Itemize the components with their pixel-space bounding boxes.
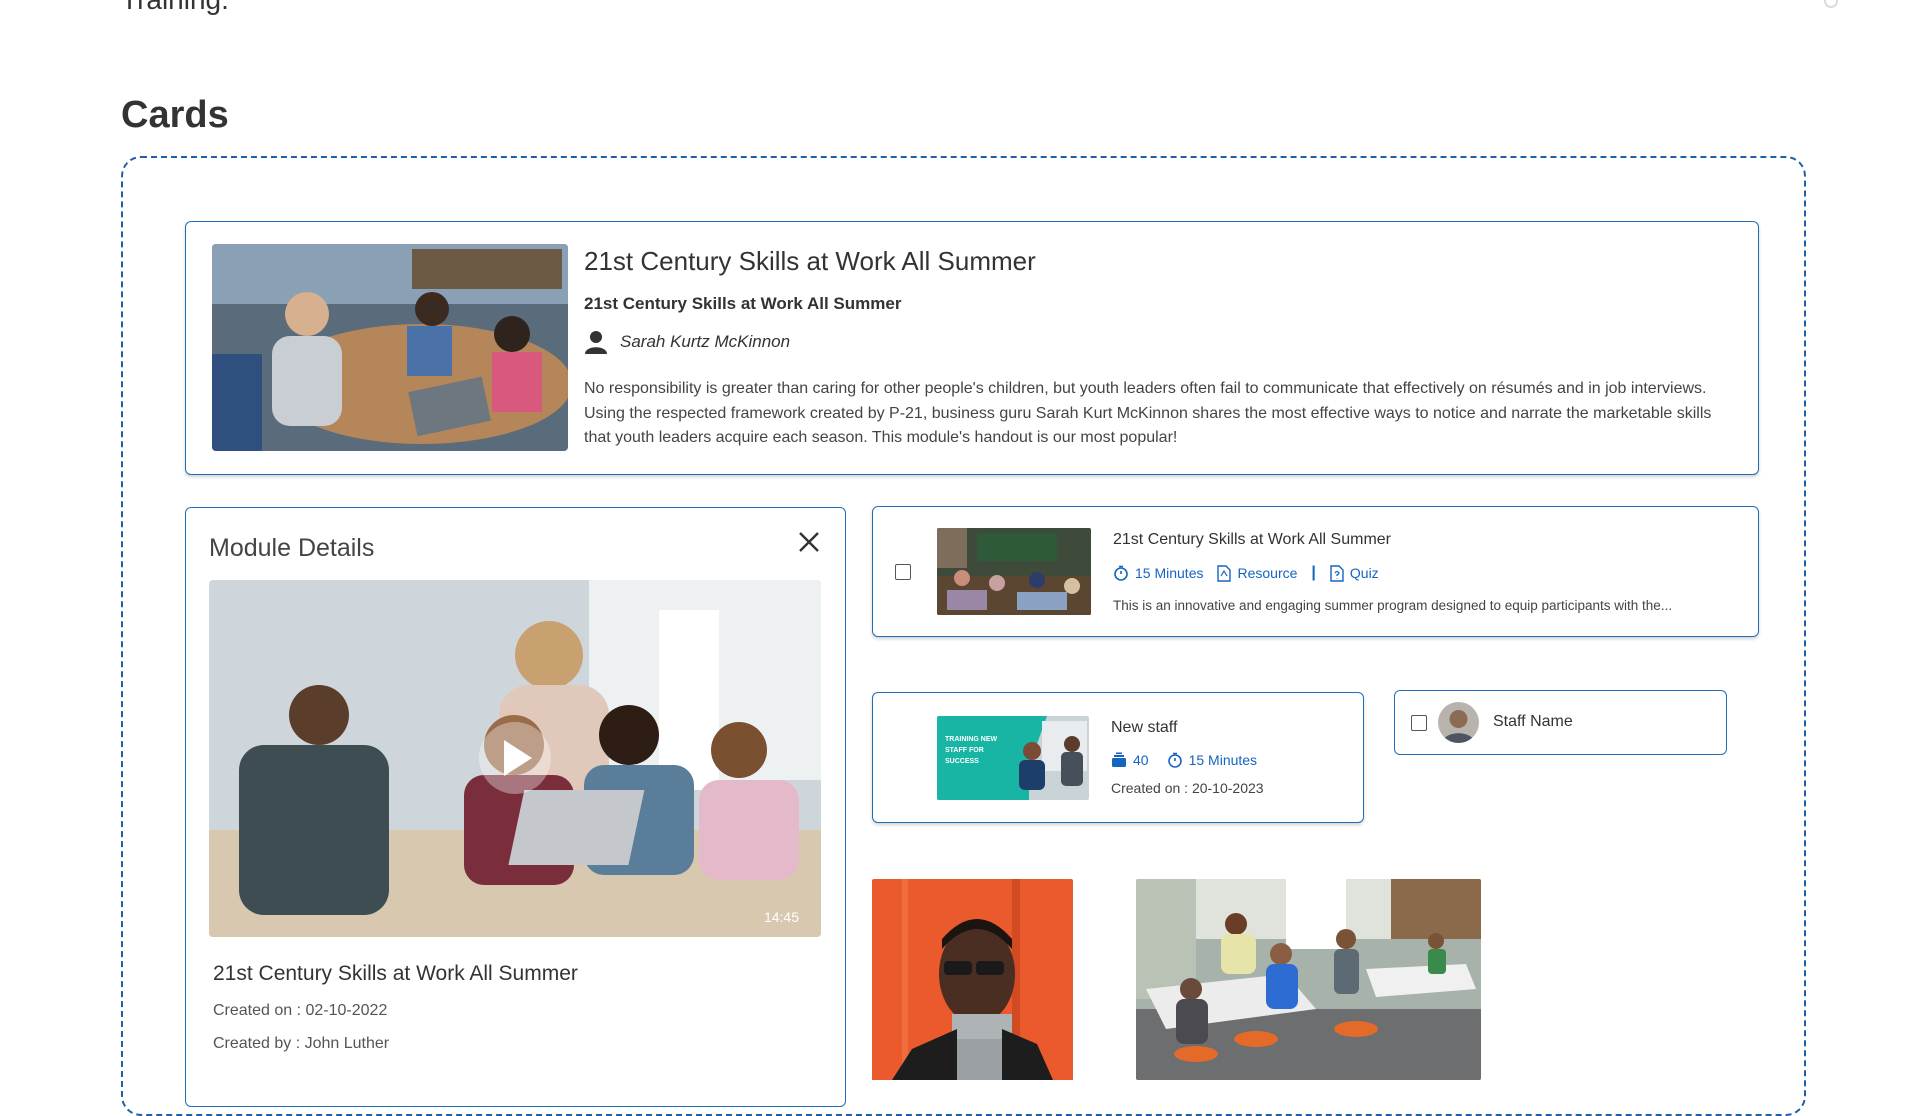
staff-name-label: Staff Name — [1493, 713, 1573, 730]
duration-meta: 15 Minutes — [1113, 565, 1203, 581]
list-course-description: This is an innovative and engaging summe… — [1113, 598, 1673, 613]
duration-text: 15 Minutes — [1135, 565, 1204, 581]
resource-text: Resource — [1237, 565, 1298, 581]
count-meta: 40 — [1111, 752, 1149, 768]
page-heading-fragment: Training. — [121, 0, 229, 16]
staff-duration-meta: 15 Minutes — [1167, 752, 1257, 768]
avatar — [1438, 702, 1479, 743]
course-meta-row: 15 Minutes Resource | Quiz — [1113, 564, 1379, 582]
module-details-panel: Module Details 14:45 21st Century Skills… — [185, 507, 846, 1107]
featured-course-card[interactable]: 21st Century Skills at Work All Summer 2… — [185, 221, 1759, 475]
close-icon[interactable] — [797, 530, 821, 554]
module-created-on: Created on : 02-10-2022 — [213, 1002, 388, 1019]
staff-card-title[interactable]: New staff — [1111, 719, 1177, 737]
course-subtitle: 21st Century Skills at Work All Summer — [584, 294, 902, 313]
course-description: No responsibility is greater than caring… — [584, 380, 1712, 446]
staff-meta-row: 40 15 Minutes — [1111, 752, 1257, 768]
staff-duration-text: 15 Minutes — [1188, 752, 1258, 768]
author-row: Sarah Kurtz McKinnon — [584, 330, 790, 354]
user-icon — [584, 330, 608, 354]
author-name: Sarah Kurtz McKinnon — [620, 332, 791, 351]
staff-created-on: Created on : 20-10-2023 — [1111, 780, 1264, 796]
select-checkbox[interactable] — [895, 564, 911, 580]
course-title[interactable]: 21st Century Skills at Work All Summer — [584, 246, 1036, 277]
resource-link[interactable]: Resource — [1217, 564, 1298, 582]
new-staff-thumbnail: TRAINING NEW STAFF FOR SUCCESS — [937, 716, 1089, 800]
module-details-heading: Module Details — [209, 534, 375, 562]
module-created-by: Created by : John Luther — [213, 1035, 390, 1052]
info-icon — [1824, 0, 1838, 8]
module-title: 21st Century Skills at Work All Summer — [213, 962, 578, 985]
section-title: Cards — [121, 94, 229, 136]
selectable-course-card[interactable]: 21st Century Skills at Work All Summer 1… — [872, 506, 1759, 637]
classroom-image — [1136, 879, 1481, 1080]
video-player[interactable]: 14:45 — [209, 580, 821, 937]
classroom-thumbnail — [937, 528, 1091, 615]
staff-select-checkbox[interactable] — [1411, 715, 1427, 731]
pdf-icon — [1217, 564, 1232, 582]
quiz-link[interactable]: Quiz — [1330, 564, 1379, 582]
new-staff-card[interactable]: TRAINING NEW STAFF FOR SUCCESS New staff… — [872, 692, 1364, 823]
timer-icon — [1113, 565, 1129, 581]
quiz-icon — [1330, 564, 1344, 582]
timer-icon — [1167, 752, 1183, 768]
course-thumbnail — [212, 244, 568, 451]
count-text: 40 — [1133, 752, 1149, 768]
staff-name-card[interactable]: Staff Name — [1394, 690, 1727, 755]
thumbnail-caption: TRAINING NEW STAFF FOR SUCCESS — [945, 736, 998, 765]
video-duration: 14:45 — [763, 909, 799, 925]
portrait-image — [872, 879, 1073, 1080]
stack-icon — [1111, 752, 1127, 768]
quiz-text: Quiz — [1349, 565, 1379, 581]
meta-separator: | — [1311, 564, 1316, 581]
list-course-title[interactable]: 21st Century Skills at Work All Summer — [1113, 531, 1391, 549]
